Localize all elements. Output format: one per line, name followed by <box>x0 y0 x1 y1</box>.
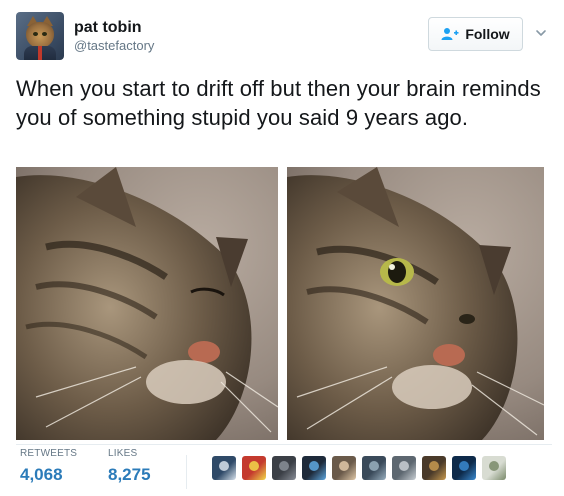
avatar-cat-eye-right <box>42 32 47 36</box>
add-user-icon <box>441 28 459 40</box>
liker-avatar-figure <box>489 461 499 471</box>
stats-divider <box>16 444 552 445</box>
chevron-down-icon[interactable] <box>534 26 548 40</box>
likes-label: LIKES <box>108 448 138 459</box>
liker-avatar[interactable] <box>212 456 236 480</box>
liker-avatar[interactable] <box>332 456 356 480</box>
liker-avatar-figure <box>309 461 319 471</box>
liker-avatars <box>212 456 506 484</box>
likes-stat[interactable]: LIKES 8,275 <box>108 448 151 486</box>
liker-avatar[interactable] <box>392 456 416 480</box>
cat-photo-eye-open <box>287 167 544 440</box>
liker-avatar-figure <box>459 461 469 471</box>
liker-avatar[interactable] <box>242 456 266 480</box>
retweets-label: RETWEETS <box>20 448 78 459</box>
photo-awake-cat[interactable] <box>287 167 544 440</box>
likes-count: 8,275 <box>108 465 151 484</box>
avatar-cat-head <box>26 22 54 48</box>
follow-button-label: Follow <box>465 26 510 42</box>
liker-avatar[interactable] <box>452 456 476 480</box>
user-display-name[interactable]: pat tobin <box>74 19 142 37</box>
liker-avatar-figure <box>399 461 409 471</box>
cat-photo-eyes-closed <box>16 167 278 440</box>
liker-avatar[interactable] <box>482 456 506 480</box>
retweets-count: 4,068 <box>20 465 63 484</box>
liker-avatar[interactable] <box>272 456 296 480</box>
user-handle[interactable]: @tastefactory <box>74 38 154 54</box>
retweets-stat[interactable]: RETWEETS 4,068 <box>20 448 77 486</box>
liker-avatar-figure <box>369 461 379 471</box>
avatar-cat-eye-left <box>33 32 38 36</box>
liker-avatar[interactable] <box>362 456 386 480</box>
liker-avatar[interactable] <box>422 456 446 480</box>
liker-avatar-figure <box>429 461 439 471</box>
avatar[interactable] <box>16 12 64 60</box>
follow-button[interactable]: Follow <box>428 17 523 51</box>
stats-separator <box>186 455 187 489</box>
media-grid <box>16 167 544 440</box>
tweet-text: When you start to drift off but then you… <box>16 76 541 130</box>
avatar-tie <box>38 46 42 60</box>
liker-avatar-figure <box>249 461 259 471</box>
photo-sleeping-cat[interactable] <box>16 167 278 440</box>
liker-avatar-figure <box>279 461 289 471</box>
liker-avatar-figure <box>219 461 229 471</box>
tweet-header: pat tobin @tastefactory Follow <box>16 12 552 62</box>
liker-avatar-figure <box>339 461 349 471</box>
liker-avatar[interactable] <box>302 456 326 480</box>
